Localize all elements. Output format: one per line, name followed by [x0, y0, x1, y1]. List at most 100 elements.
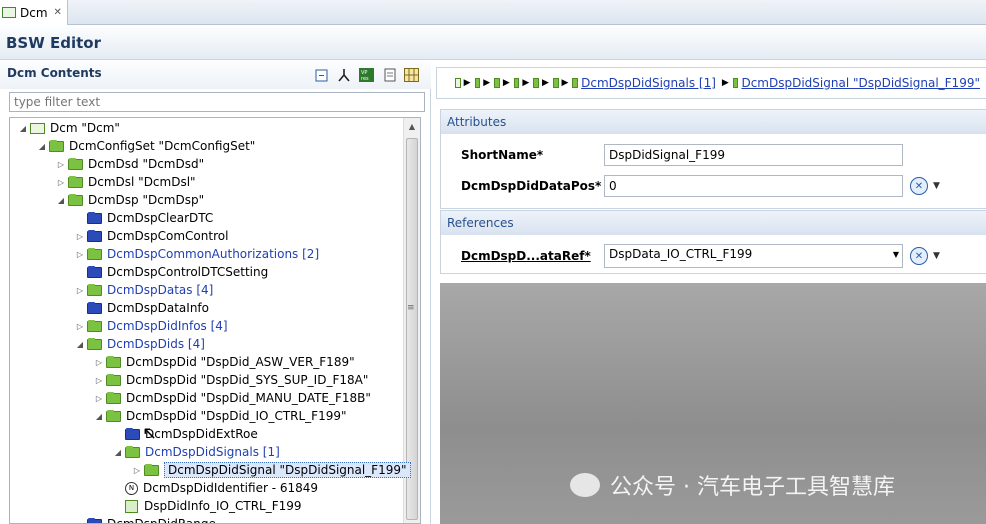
- tree-row[interactable]: ▷DcmDspDataInfo: [73, 299, 209, 317]
- collapsed-arrow-icon[interactable]: ▷: [73, 322, 87, 331]
- empty-editor-area: 公众号 · 汽车电子工具智慧库: [440, 283, 986, 524]
- breadcrumb: ▶ ▶ ▶ ▶ ▶ ▶ DcmDspDidSignals [1] ▶ DcmDs…: [436, 67, 986, 99]
- tree-row[interactable]: ◢ DcmDspDid "DspDid_IO_CTRL_F199": [92, 407, 347, 425]
- expanded-arrow-icon[interactable]: ◢: [73, 340, 87, 349]
- tree-item-label: DcmDspDids [4]: [107, 337, 205, 351]
- chevron-right-icon: ▶: [502, 78, 510, 88]
- filter-input[interactable]: [9, 92, 425, 112]
- collapsed-arrow-icon[interactable]: ▷: [92, 358, 106, 367]
- folder-icon: [87, 211, 102, 224]
- expanded-arrow-icon[interactable]: ◢: [54, 196, 68, 205]
- tools-icon[interactable]: ✕: [910, 247, 928, 265]
- grip-icon: ≡: [407, 303, 415, 313]
- tree-row[interactable]: ▷ DcmDspDid "DspDid_SYS_SUP_ID_F18A": [92, 371, 368, 389]
- tab-dcm[interactable]: Dcm ✕: [0, 0, 68, 25]
- folder-icon: [68, 157, 83, 170]
- folder-icon[interactable]: [474, 78, 481, 88]
- tree-row[interactable]: ▷ DcmDspCommonAuthorizations [2]: [73, 245, 319, 263]
- folder-icon: [125, 427, 140, 440]
- tools-icon[interactable]: ✕: [910, 177, 928, 195]
- tree-row[interactable]: ▷DspDidInfo_IO_CTRL_F199: [111, 497, 302, 515]
- tree-row[interactable]: ▷ DcmDspDidInfos [4]: [73, 317, 228, 335]
- tree-row[interactable]: ▷ DcmDspDidSignal "DspDidSignal_F199": [130, 461, 411, 479]
- tree-item-label: DcmDspCommonAuthorizations [2]: [107, 247, 320, 261]
- breadcrumb-link-signals[interactable]: DcmDspDidSignals [1]: [581, 76, 716, 90]
- tree-item-label: DcmDspComControl: [107, 229, 229, 243]
- chevron-down-icon[interactable]: ▼: [933, 181, 940, 191]
- breadcrumb-link-signal[interactable]: DcmDspDidSignal "DspDidSignal_F199": [741, 76, 980, 90]
- tree-row[interactable]: ▷ DcmDspDid "DspDid_ASW_VER_F189": [92, 353, 355, 371]
- tree-item-label: DcmDspDid "DspDid_SYS_SUP_ID_F18A": [126, 373, 369, 387]
- tree-row[interactable]: ▷NDcmDspDidIdentifier - 61849: [111, 479, 318, 497]
- data-ref-label[interactable]: DcmDspD...ataRef*: [461, 249, 591, 263]
- chevron-down-icon[interactable]: ▼: [933, 251, 940, 261]
- expanded-arrow-icon[interactable]: ◢: [16, 124, 30, 133]
- tree-row[interactable]: ◢ Dcm "Dcm": [16, 119, 120, 137]
- tree-row[interactable]: ◢ DcmDspDidSignals [1]: [111, 443, 280, 461]
- collapsed-arrow-icon[interactable]: ▷: [54, 178, 68, 187]
- module-icon[interactable]: [455, 78, 461, 88]
- collapse-all-icon[interactable]: [314, 68, 329, 82]
- tree-item-label: DspDidInfo_IO_CTRL_F199: [144, 499, 302, 513]
- tree-item-label: DcmDspControlDTCSetting: [107, 265, 269, 279]
- folder-icon: [87, 229, 102, 242]
- expanded-arrow-icon[interactable]: ◢: [35, 142, 49, 151]
- folder-icon[interactable]: [513, 78, 520, 88]
- tree-row[interactable]: ▷DcmDspDidRange: [73, 515, 216, 524]
- scroll-up-icon[interactable]: ▲: [404, 118, 420, 134]
- tree-item-label: DcmDspDid "DspDid_IO_CTRL_F199": [126, 409, 347, 423]
- fork-icon[interactable]: [336, 68, 351, 82]
- tree-item-label: DcmConfigSet "DcmConfigSet": [69, 139, 256, 153]
- grid-icon[interactable]: [404, 68, 419, 82]
- short-name-field[interactable]: DspDidSignal_F199: [604, 144, 903, 166]
- watermark: 公众号 · 汽车电子工具智慧库: [570, 469, 895, 501]
- module-icon: [30, 122, 45, 134]
- tree-row[interactable]: ◢ DcmDsp "DcmDsp": [54, 191, 204, 209]
- collapsed-arrow-icon[interactable]: ▷: [73, 250, 87, 259]
- data-pos-field[interactable]: 0: [604, 175, 903, 197]
- contents-title: Dcm Contents: [7, 66, 102, 80]
- svg-text:res: res: [361, 76, 369, 82]
- attributes-section: Attributes ShortName* DspDidSignal_F199 …: [440, 109, 986, 209]
- chevron-right-icon: ▶: [522, 78, 530, 88]
- contents-header: Dcm Contents VP res: [0, 61, 431, 89]
- collapsed-arrow-icon[interactable]: ▷: [73, 232, 87, 241]
- data-ref-value: DspData_IO_CTRL_F199: [609, 247, 753, 261]
- tree-row[interactable]: ◢ DcmDspDids [4]: [73, 335, 205, 353]
- chevron-down-icon[interactable]: ▼: [893, 250, 899, 259]
- folder-icon: [87, 319, 102, 332]
- folder-icon: [106, 355, 121, 368]
- tree-item-label: DcmDspDidRange: [107, 517, 216, 524]
- contents-tree[interactable]: ▲ ≡ ◢ Dcm "Dcm" ◢ DcmConfigSet "DcmConfigSe…: [9, 117, 421, 524]
- attributes-header[interactable]: Attributes: [441, 110, 986, 134]
- parameter-icon: N: [125, 481, 138, 495]
- tree-row[interactable]: ▷ DcmDsl "DcmDsl": [54, 173, 196, 191]
- mouse-cursor-icon: ↖: [142, 423, 158, 444]
- collapsed-arrow-icon[interactable]: ▷: [130, 466, 144, 475]
- tree-row[interactable]: ◢ DcmConfigSet "DcmConfigSet": [35, 137, 255, 155]
- tree-row[interactable]: ▷ DcmDspDid "DspDid_MANU_DATE_F18B": [92, 389, 371, 407]
- folder-icon[interactable]: [533, 78, 539, 88]
- close-icon[interactable]: ✕: [54, 7, 62, 18]
- collapsed-arrow-icon[interactable]: ▷: [92, 394, 106, 403]
- vp-res-icon[interactable]: VP res: [359, 68, 374, 82]
- tree-row[interactable]: ▷DcmDspDidExtRoe: [111, 425, 258, 443]
- expanded-arrow-icon[interactable]: ◢: [111, 448, 125, 457]
- tree-row[interactable]: ▷DcmDspControlDTCSetting: [73, 263, 268, 281]
- tree-row[interactable]: ▷ DcmDspDatas [4]: [73, 281, 213, 299]
- chevron-right-icon: ▶: [483, 78, 491, 88]
- tree-row[interactable]: ▷ DcmDsd "DcmDsd": [54, 155, 204, 173]
- collapsed-arrow-icon[interactable]: ▷: [73, 286, 87, 295]
- tree-row[interactable]: ▷ DcmDspComControl: [73, 227, 229, 245]
- data-ref-select[interactable]: DspData_IO_CTRL_F199 ▼: [604, 244, 903, 268]
- document-icon[interactable]: [382, 68, 397, 82]
- tree-row[interactable]: ▷DcmDspClearDTC: [73, 209, 213, 227]
- collapsed-arrow-icon[interactable]: ▷: [54, 160, 68, 169]
- watermark-text: 公众号 · 汽车电子工具智慧库: [610, 475, 895, 500]
- references-header[interactable]: References: [441, 211, 986, 235]
- folder-icon[interactable]: [552, 78, 559, 88]
- collapsed-arrow-icon[interactable]: ▷: [92, 376, 106, 385]
- expanded-arrow-icon[interactable]: ◢: [92, 412, 106, 421]
- tree-item-label: DcmDspDatas [4]: [107, 283, 214, 297]
- folder-icon[interactable]: [494, 78, 500, 88]
